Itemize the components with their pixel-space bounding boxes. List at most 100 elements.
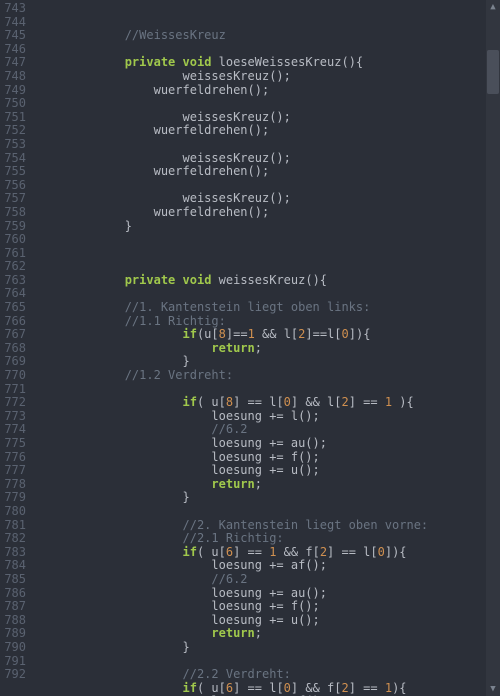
code-line — [38, 97, 496, 111]
line-number: 757 — [4, 192, 26, 206]
line-number: 776 — [4, 451, 26, 465]
line-number: 778 — [4, 478, 26, 492]
scroll-down-arrow[interactable]: ▼ — [486, 682, 500, 696]
line-number: 792 — [4, 668, 26, 682]
line-number: 773 — [4, 410, 26, 424]
line-number: 755 — [4, 165, 26, 179]
line-number: 774 — [4, 423, 26, 437]
line-number: 766 — [4, 315, 26, 329]
line-number: 763 — [4, 274, 26, 288]
line-number: 790 — [4, 641, 26, 655]
line-number: 759 — [4, 220, 26, 234]
line-number: 788 — [4, 614, 26, 628]
code-line: wuerfeldrehen(); — [38, 84, 496, 98]
line-number: 765 — [4, 301, 26, 315]
code-line: wuerfeldrehen(); — [38, 124, 496, 138]
line-number: 782 — [4, 532, 26, 546]
line-number: 783 — [4, 546, 26, 560]
code-line: //WeissesKreuz — [38, 29, 496, 43]
code-line: loesung += f(); — [38, 451, 496, 465]
line-number: 750 — [4, 97, 26, 111]
code-line: return; — [38, 342, 496, 356]
code-line: //6.2 — [38, 423, 496, 437]
scroll-up-arrow[interactable]: ▲ — [486, 0, 500, 14]
line-number: 754 — [4, 152, 26, 166]
code-line: loesung += f(); — [38, 600, 496, 614]
code-line: //2. Kantenstein liegt oben vorne: — [38, 519, 496, 533]
code-line — [38, 233, 496, 247]
line-number: 768 — [4, 342, 26, 356]
line-number: 756 — [4, 179, 26, 193]
line-number: 789 — [4, 627, 26, 641]
line-number: 775 — [4, 437, 26, 451]
code-line: loesung += af(); — [38, 559, 496, 573]
code-line: } — [38, 491, 496, 505]
code-line: //1. Kantenstein liegt oben links: — [38, 301, 496, 315]
line-number: 769 — [4, 355, 26, 369]
line-number: 744 — [4, 16, 26, 30]
code-line: //6.2 — [38, 573, 496, 587]
code-line: loesung += l(); — [38, 410, 496, 424]
code-line: weissesKreuz(); — [38, 192, 496, 206]
code-line — [38, 505, 496, 519]
code-line: } — [38, 355, 496, 369]
line-number: 764 — [4, 287, 26, 301]
line-number: 770 — [4, 369, 26, 383]
line-number: 745 — [4, 29, 26, 43]
code-line: weissesKreuz(); — [38, 70, 496, 84]
code-line: weissesKreuz(); — [38, 111, 496, 125]
code-line: loesung += u(); — [38, 614, 496, 628]
code-line — [38, 383, 496, 397]
line-number: 749 — [4, 84, 26, 98]
code-line: if( u[8] == l[0] && l[2] == 1 ){ — [38, 396, 496, 410]
line-number: 772 — [4, 396, 26, 410]
scrollbar-thumb[interactable] — [487, 50, 499, 94]
line-number: 771 — [4, 383, 26, 397]
code-line: weissesKreuz(); — [38, 152, 496, 166]
line-number: 767 — [4, 328, 26, 342]
line-number: 762 — [4, 260, 26, 274]
code-line: if(u[8]==1 && l[2]==l[0]){ — [38, 328, 496, 342]
line-number: 760 — [4, 233, 26, 247]
line-number: 779 — [4, 491, 26, 505]
code-line: if( u[6] == l[0] && f[2] == 1){ — [38, 682, 496, 696]
code-line: return; — [38, 478, 496, 492]
line-number: 781 — [4, 519, 26, 533]
line-number: 743 — [4, 2, 26, 16]
line-number: 747 — [4, 56, 26, 70]
code-line: private void weissesKreuz(){ — [38, 274, 496, 288]
line-number: 758 — [4, 206, 26, 220]
code-line — [38, 260, 496, 274]
code-line: wuerfeldrehen(); — [38, 165, 496, 179]
line-number: 786 — [4, 587, 26, 601]
line-number: 761 — [4, 247, 26, 261]
vertical-scrollbar[interactable]: ▲ ▼ — [486, 0, 500, 696]
line-number: 753 — [4, 138, 26, 152]
code-line — [38, 138, 496, 152]
code-line — [38, 655, 496, 669]
code-line: return; — [38, 627, 496, 641]
code-line: //2.1 Richtig: — [38, 532, 496, 546]
code-editor[interactable]: //WeissesKreuz private void loeseWeisses… — [34, 0, 500, 696]
line-number: 780 — [4, 505, 26, 519]
code-line — [38, 43, 496, 57]
code-line — [38, 179, 496, 193]
code-line: //1.2 Verdreht: — [38, 369, 496, 383]
code-line: } — [38, 641, 496, 655]
line-number-gutter: 7437447457467477487497507517527537547557… — [0, 0, 34, 696]
code-line: //1.1 Richtig: — [38, 315, 496, 329]
line-number: 746 — [4, 43, 26, 57]
line-number: 784 — [4, 559, 26, 573]
code-line: if( u[6] == 1 && f[2] == l[0]){ — [38, 546, 496, 560]
line-number: 787 — [4, 600, 26, 614]
code-line: loesung += au(); — [38, 587, 496, 601]
code-line — [38, 247, 496, 261]
code-line: loesung += au(); — [38, 437, 496, 451]
code-line: //2.2 Verdreht: — [38, 668, 496, 682]
line-number: 777 — [4, 464, 26, 478]
code-line: wuerfeldrehen(); — [38, 206, 496, 220]
line-number: 751 — [4, 111, 26, 125]
line-number: 791 — [4, 655, 26, 669]
line-number: 785 — [4, 573, 26, 587]
code-line: private void loeseWeissesKreuz(){ — [38, 56, 496, 70]
